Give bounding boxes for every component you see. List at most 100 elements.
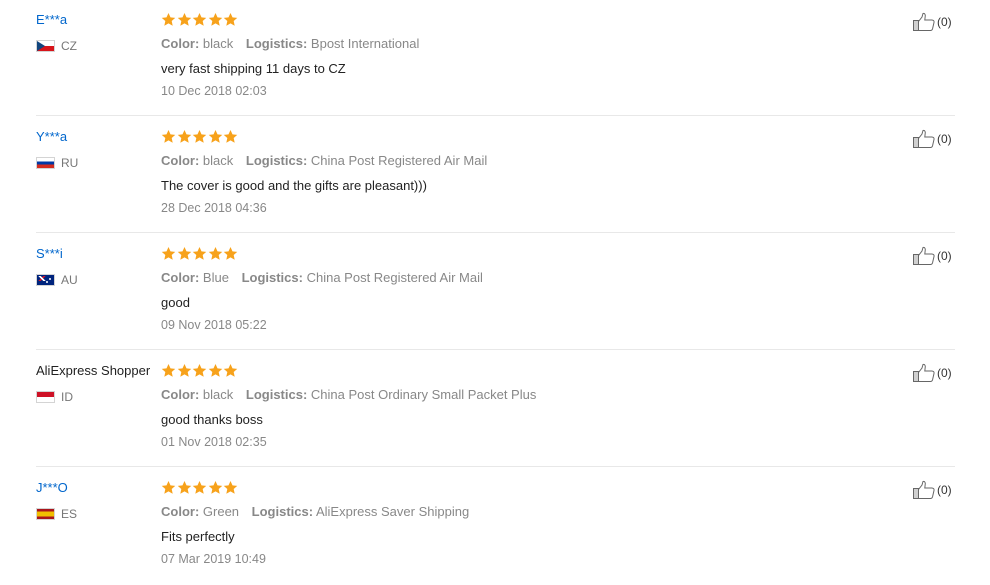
color-value: black	[202, 36, 234, 51]
star-icon	[177, 480, 191, 494]
logistics-label: Logistics:	[245, 387, 308, 402]
color-label: Color:	[161, 36, 200, 51]
logistics-label: Logistics:	[245, 36, 308, 51]
review-date: 10 Dec 2018 02:03	[161, 84, 267, 98]
helpful-button[interactable]: (0)	[912, 480, 952, 500]
review-comment: very fast shipping 11 days to CZ	[161, 61, 346, 76]
review-date: 07 Mar 2019 10:49	[161, 552, 266, 566]
star-icon	[223, 129, 238, 143]
star-icon	[161, 246, 176, 260]
order-attributes: Color: Green Logistics: AliExpress Saver…	[161, 504, 469, 519]
review-comment: good thanks boss	[161, 412, 263, 427]
russia-flag-icon	[36, 157, 55, 169]
reviewer-name[interactable]: S***i	[36, 246, 63, 261]
australia-flag-icon	[36, 274, 55, 286]
star-icon	[223, 480, 238, 494]
logistics-value: China Post Registered Air Mail	[306, 270, 483, 285]
review-date: 09 Nov 2018 05:22	[161, 318, 267, 332]
helpful-button[interactable]: (0)	[912, 129, 952, 149]
reviewer-country: ES	[36, 506, 77, 522]
country-code: RU	[61, 156, 79, 170]
country-code: AU	[61, 273, 78, 287]
indonesia-flag-icon	[36, 391, 55, 403]
thumbs-up-icon	[913, 129, 935, 148]
review-date: 01 Nov 2018 02:35	[161, 435, 267, 449]
star-rating	[161, 129, 239, 144]
thumbs-up-icon	[913, 480, 935, 499]
star-icon	[208, 363, 222, 377]
logistics-label: Logistics:	[245, 153, 308, 168]
star-icon	[208, 480, 222, 494]
helpful-button[interactable]: (0)	[912, 363, 952, 383]
review-list: E***a CZ Color: black Logistics: Bpost I…	[0, 0, 990, 574]
reviewer-name[interactable]: Y***a	[36, 129, 67, 144]
logistics-value: China Post Ordinary Small Packet Plus	[310, 387, 537, 402]
review-item: J***O ES Color: Green Logistics: AliExpr…	[0, 468, 990, 585]
reviewer-country: ID	[36, 389, 73, 405]
thumbs-up-icon	[913, 12, 935, 31]
country-code: ES	[61, 507, 78, 521]
order-attributes: Color: Blue Logistics: China Post Regist…	[161, 270, 483, 285]
country-code: CZ	[61, 39, 77, 53]
color-value: Green	[202, 504, 240, 519]
color-label: Color:	[161, 387, 200, 402]
star-rating	[161, 12, 239, 27]
order-attributes: Color: black Logistics: China Post Ordin…	[161, 387, 536, 402]
color-value: black	[202, 153, 234, 168]
divider	[36, 349, 955, 350]
helpful-button[interactable]: (0)	[912, 12, 952, 32]
reviewer-name[interactable]: J***O	[36, 480, 68, 495]
star-rating	[161, 480, 239, 495]
spain-flag-icon	[36, 508, 55, 520]
helpful-count: (0)	[937, 483, 952, 497]
star-rating	[161, 246, 239, 261]
star-icon	[177, 129, 191, 143]
helpful-button[interactable]: (0)	[912, 246, 952, 266]
star-icon	[192, 363, 207, 377]
color-value: black	[202, 387, 234, 402]
star-icon	[161, 12, 176, 26]
thumbs-up-icon	[913, 246, 935, 265]
logistics-value: Bpost International	[310, 36, 420, 51]
thumbs-up-icon	[913, 363, 935, 382]
helpful-count: (0)	[937, 366, 952, 380]
review-comment: Fits perfectly	[161, 529, 235, 544]
review-date: 28 Dec 2018 04:36	[161, 201, 267, 215]
logistics-value: China Post Registered Air Mail	[310, 153, 488, 168]
star-icon	[192, 246, 207, 260]
star-icon	[192, 129, 207, 143]
review-item: E***a CZ Color: black Logistics: Bpost I…	[0, 0, 990, 117]
review-comment: The cover is good and the gifts are plea…	[161, 178, 427, 193]
review-item: Y***a RU Color: black Logistics: China P…	[0, 117, 990, 234]
divider	[36, 466, 955, 467]
star-icon	[223, 246, 238, 260]
color-value: Blue	[202, 270, 229, 285]
reviewer-name[interactable]: E***a	[36, 12, 67, 27]
star-icon	[177, 363, 191, 377]
star-rating	[161, 363, 239, 378]
star-icon	[192, 480, 207, 494]
logistics-value: AliExpress Saver Shipping	[315, 504, 470, 519]
star-icon	[161, 129, 176, 143]
star-icon	[177, 12, 191, 26]
reviewer-country: RU	[36, 155, 78, 171]
color-label: Color:	[161, 504, 200, 519]
color-label: Color:	[161, 270, 200, 285]
order-attributes: Color: black Logistics: China Post Regis…	[161, 153, 487, 168]
helpful-count: (0)	[937, 132, 952, 146]
reviewer-name: AliExpress Shopper	[36, 363, 151, 378]
reviewer-country: AU	[36, 272, 78, 288]
czech-flag-icon	[36, 40, 55, 52]
star-icon	[223, 12, 238, 26]
star-icon	[223, 363, 238, 377]
reviewer-country: CZ	[36, 38, 77, 54]
order-attributes: Color: black Logistics: Bpost Internatio…	[161, 36, 419, 51]
review-comment: good	[161, 295, 190, 310]
star-icon	[177, 246, 191, 260]
star-icon	[192, 12, 207, 26]
helpful-count: (0)	[937, 15, 952, 29]
divider	[36, 115, 955, 116]
star-icon	[208, 129, 222, 143]
divider	[36, 232, 955, 233]
country-code: ID	[61, 390, 73, 404]
